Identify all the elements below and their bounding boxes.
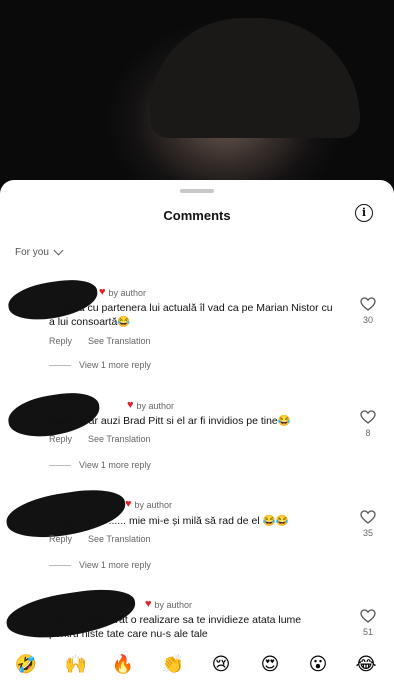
emoji-quick-bar: 🤣 🙌 🔥 👏 😢 😍 😮 😂 <box>0 646 394 686</box>
emoji-joy[interactable]: 😂 <box>353 652 379 678</box>
emoji-surprised[interactable]: 😮 <box>305 652 331 678</box>
heart-outline-icon <box>360 609 376 623</box>
like-count: 51 <box>362 627 373 637</box>
like-count: 35 <box>362 528 373 538</box>
video-frame-person <box>150 18 360 138</box>
emoji-clap[interactable]: 👏 <box>160 652 186 678</box>
comment-meta: ♥ by author <box>125 498 173 510</box>
comment-text: Pe ăsta cu partenera lui actuală îl vad … <box>49 302 333 328</box>
emoji-crying[interactable]: 😢 <box>208 652 234 678</box>
comment-meta: ♥ by author <box>145 598 193 610</box>
reply-button[interactable]: Reply <box>49 336 72 346</box>
reply-button[interactable]: Reply <box>49 534 72 544</box>
comment-input-edge <box>0 692 394 700</box>
view-replies-button[interactable]: View 1 more reply <box>49 460 151 470</box>
see-translation-button[interactable]: See Translation <box>88 534 151 544</box>
emoji-raised-hands[interactable]: 🙌 <box>63 652 89 678</box>
creator-heart-icon: ♥ <box>99 286 106 298</box>
chevron-down-icon <box>53 245 64 256</box>
info-icon[interactable]: i <box>355 204 373 222</box>
emoji-rofl[interactable]: 🤣 <box>13 652 39 678</box>
like-button[interactable]: 30 <box>358 297 378 325</box>
creator-heart-icon: ♥ <box>125 498 132 510</box>
like-button[interactable]: 51 <box>358 609 378 637</box>
heart-outline-icon <box>360 510 376 524</box>
like-button[interactable]: 35 <box>358 510 378 538</box>
emoji-fire[interactable]: 🔥 <box>110 652 136 678</box>
like-count: 8 <box>365 428 371 438</box>
view-replies-button[interactable]: View 1 more reply <box>49 560 151 570</box>
sort-label: For you <box>15 247 49 258</box>
reply-button[interactable]: Reply <box>49 434 72 444</box>
view-replies-button[interactable]: View 1 more reply <box>49 360 151 370</box>
comment-meta: ♥ by author <box>127 399 175 411</box>
heart-outline-icon <box>360 410 376 424</box>
comment-text: Dragul de el ...... mie mi-e și milă să … <box>49 515 289 527</box>
comment-text: Daca te-ar auzi Brad Pitt si el ar fi in… <box>49 415 291 427</box>
emoji-heart-eyes[interactable]: 😍 <box>257 652 283 678</box>
sort-dropdown[interactable]: For you <box>15 245 64 258</box>
like-count: 30 <box>362 315 373 325</box>
sheet-title: Comments <box>163 208 231 223</box>
see-translation-button[interactable]: See Translation <box>88 336 151 346</box>
creator-heart-icon: ♥ <box>127 399 134 411</box>
creator-heart-icon: ♥ <box>145 598 152 610</box>
like-button[interactable]: 8 <box>358 410 378 438</box>
video-background <box>0 0 394 200</box>
comment-meta: ♥ by author <box>99 286 147 298</box>
sheet-grabber[interactable] <box>180 189 214 193</box>
heart-outline-icon <box>360 297 376 311</box>
comment-text: Este cu adevarat o realizare sa te invid… <box>49 614 302 640</box>
see-translation-button[interactable]: See Translation <box>88 434 151 444</box>
comments-sheet: Comments i For you ♥ by author Pe ăsta cu… <box>0 180 394 700</box>
